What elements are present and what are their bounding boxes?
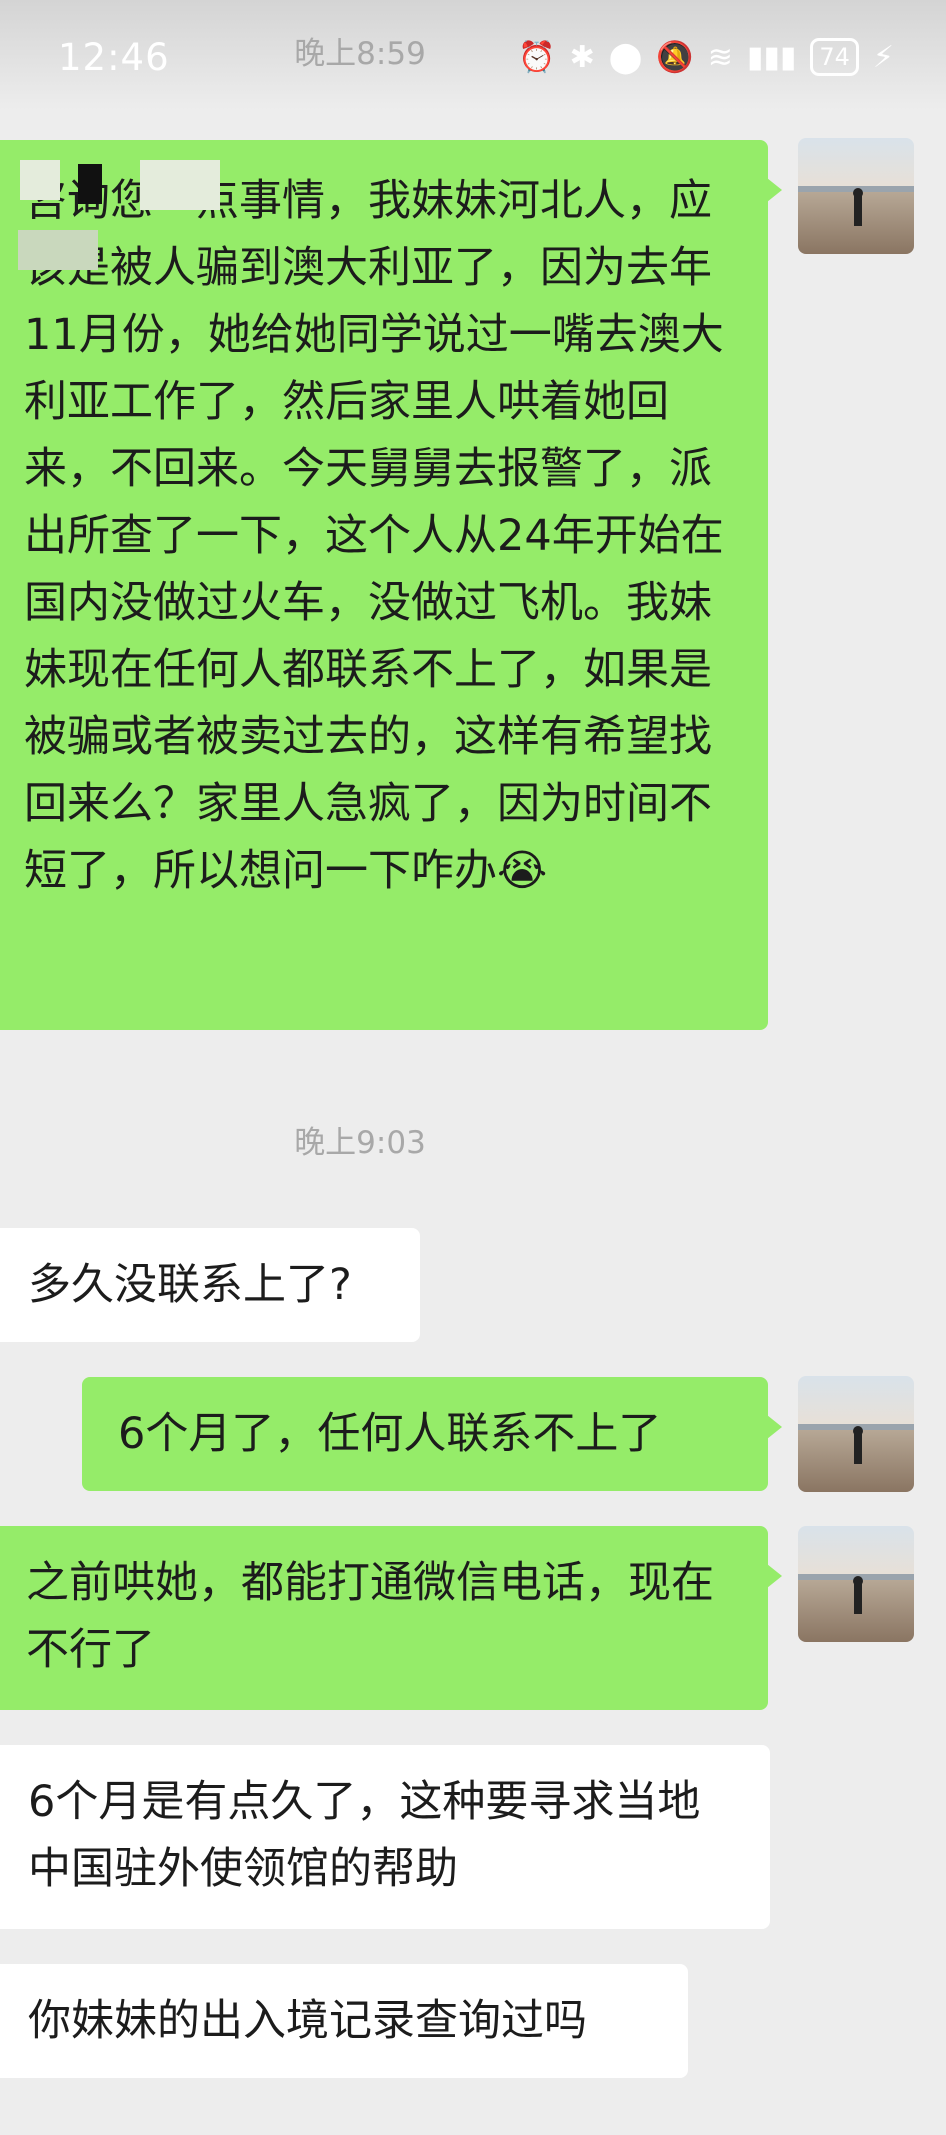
avatar[interactable] [798,1526,914,1642]
message-bubble-sent[interactable]: 咨询您一点事情，我妹妹河北人，应该是被人骗到澳大利亚了，因为去年11月份，她给她… [0,140,782,1030]
message-bubble-received[interactable]: 你妹妹的出入境记录查询过吗 [0,1964,688,2078]
timestamp: 晚上9:03 [294,1125,426,1161]
redaction-block [140,160,220,210]
message-text: 6个月是有点久了，这种要寻求当地中国驻外使领馆的帮助 [28,1777,701,1894]
avatar-photo-icon [798,1526,914,1642]
message-bubble-received[interactable]: 6个月是有点久了，这种要寻求当地中国驻外使领馆的帮助 [0,1745,770,1929]
message-text: 多久没联系上了? [28,1260,352,1310]
message-text: 6个月了，任何人联系不上了 [118,1409,662,1459]
message-bubble-sent[interactable]: 6个月了，任何人联系不上了 [82,1377,782,1491]
timestamp: 晚上8:59 [294,36,426,72]
charging-icon: ⚡ [872,39,894,75]
message-bubble-received[interactable]: 多久没联系上了? [0,1228,420,1342]
message-text: 咨询您一点事情，我妹妹河北人，应该是被人骗到澳大利亚了，因为去年11月份，她给她… [24,176,724,896]
message-text: 之前哄她，都能打通微信电话，现在不行了 [26,1558,714,1675]
redaction-block [18,230,98,270]
battery-icon: 74 [810,38,859,76]
avatar[interactable] [798,1376,914,1492]
message-bubble-sent[interactable]: 之前哄她，都能打通微信电话，现在不行了 [0,1526,782,1710]
redaction-block [20,160,60,200]
signal-icon: ▮▮▮ [746,39,797,75]
message-text: 你妹妹的出入境记录查询过吗 [28,1996,587,2046]
avatar[interactable] [798,138,914,254]
avatar-photo-icon [798,138,914,254]
redaction-block [78,164,102,204]
avatar-photo-icon [798,1376,914,1492]
